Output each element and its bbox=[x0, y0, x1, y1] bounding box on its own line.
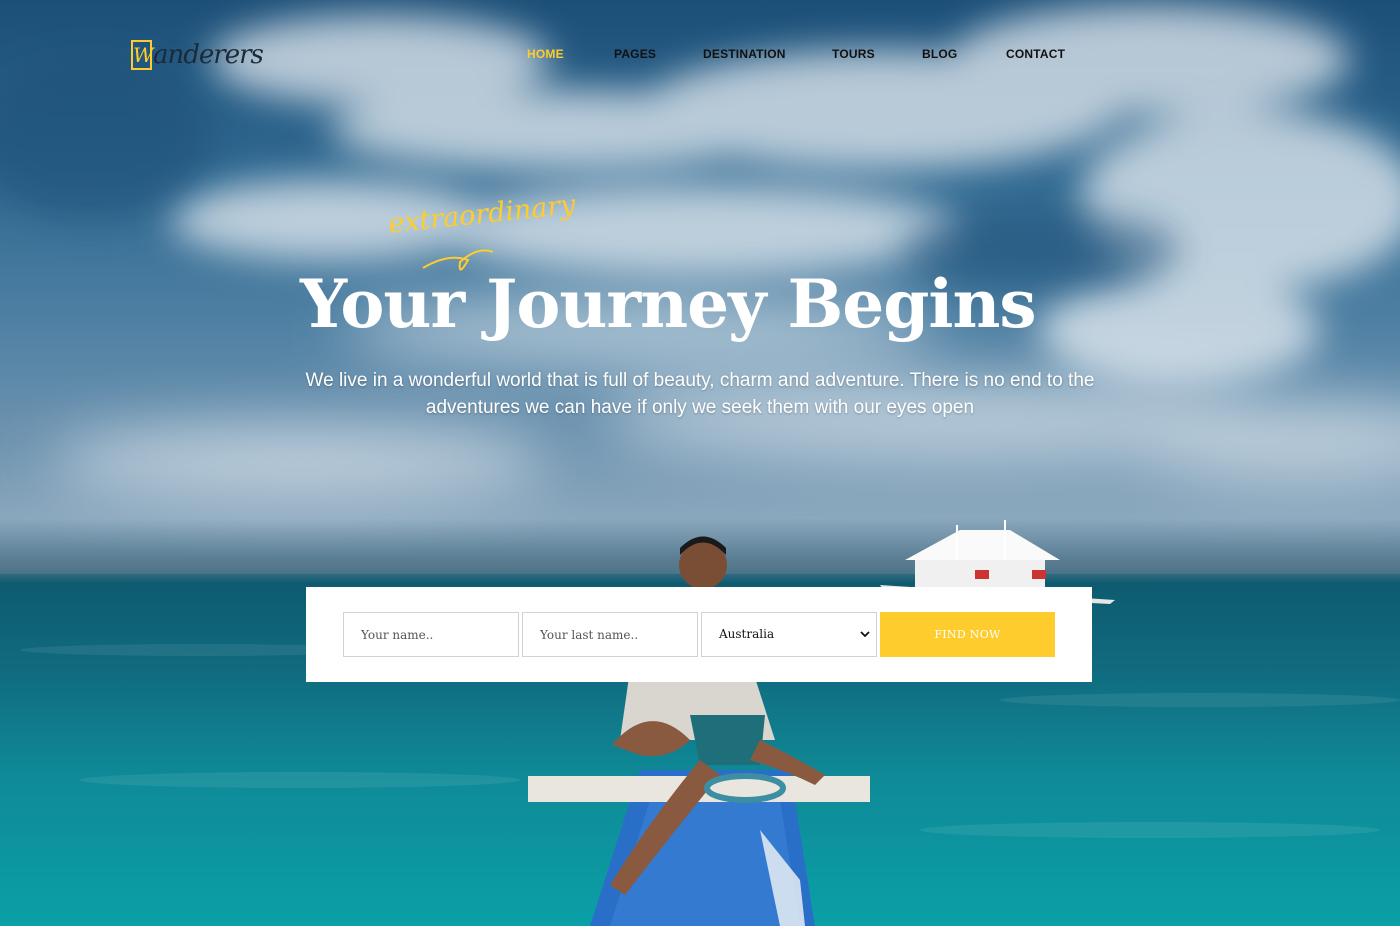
hero-background bbox=[0, 0, 1400, 926]
nav-pages[interactable]: PAGES bbox=[614, 47, 656, 61]
find-now-button[interactable]: FIND NOW bbox=[880, 612, 1055, 657]
first-name-input[interactable] bbox=[343, 612, 519, 657]
site-header: W anderers HOME PAGES DESTINATION TOURS … bbox=[0, 0, 1400, 110]
country-select[interactable]: Australia bbox=[701, 612, 877, 657]
logo-mark: W bbox=[131, 40, 154, 70]
site-logo[interactable]: W anderers bbox=[131, 34, 264, 70]
boat-traveler-image bbox=[0, 520, 1400, 926]
hero-subtitle: We live in a wonderful world that is ful… bbox=[305, 370, 1095, 418]
logo-text: anderers bbox=[153, 40, 264, 70]
nav-tours[interactable]: TOURS bbox=[832, 47, 875, 61]
last-name-input[interactable] bbox=[522, 612, 698, 657]
chevron-down-icon bbox=[860, 631, 870, 638]
nav-contact[interactable]: CONTACT bbox=[1006, 47, 1065, 61]
nav-destination[interactable]: DESTINATION bbox=[703, 47, 786, 61]
hero-title: Your Journey Begins bbox=[300, 265, 1037, 343]
country-select-value: Australia bbox=[719, 627, 775, 641]
search-form: Australia FIND NOW bbox=[306, 587, 1092, 682]
nav-blog[interactable]: BLOG bbox=[922, 47, 957, 61]
nav-home[interactable]: HOME bbox=[527, 47, 564, 61]
